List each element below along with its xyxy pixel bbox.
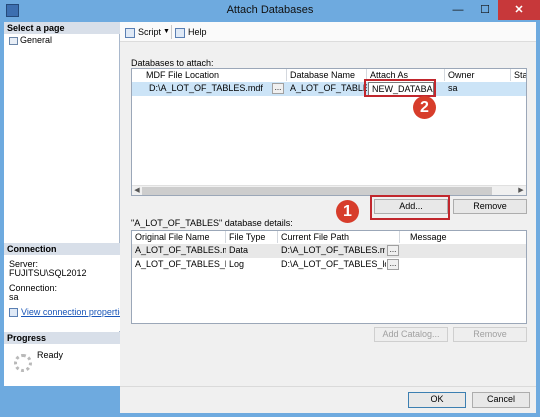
progress-status: Ready: [37, 350, 64, 360]
select-page-header: Select a page: [4, 22, 120, 34]
file-type-cell: Data: [229, 245, 249, 255]
mdf-browse-button[interactable]: ...: [272, 83, 284, 94]
connection-section: Server: FUJITSU\SQL2012 Connection: sa V…: [4, 255, 129, 331]
scroll-right-arrow-icon[interactable]: ▶: [516, 186, 526, 195]
page-item-general[interactable]: General: [9, 34, 52, 46]
callout-one: 1: [336, 200, 359, 223]
toolbar: Script ▼ Help: [120, 22, 536, 42]
column-header-status[interactable]: Status: [511, 69, 526, 81]
column-header-original-file-name[interactable]: Original File Name: [132, 231, 226, 243]
column-header-database-name[interactable]: Database Name: [287, 69, 367, 81]
column-header-file-type[interactable]: File Type: [226, 231, 278, 243]
scroll-thumb[interactable]: [142, 187, 492, 195]
scroll-left-arrow-icon[interactable]: ◀: [132, 186, 142, 195]
remove-button[interactable]: Remove: [453, 199, 527, 214]
attach-grid: MDF File Location Database Name Attach A…: [131, 68, 527, 196]
table-row[interactable]: A_LOT_OF_TABLES.mdf Data D:\A_LOT_OF_TAB…: [132, 244, 526, 258]
page-item-label: General: [20, 35, 53, 45]
minimize-button[interactable]: —: [444, 0, 472, 20]
page-icon: [9, 36, 18, 45]
attach-grid-hscrollbar[interactable]: ◀ ▶: [132, 185, 526, 195]
mdf-location-cell: D:\A_LOT_OF_TABLES.mdf: [149, 83, 263, 93]
add-catalog-button[interactable]: Add Catalog...: [374, 327, 448, 342]
details-grid: Original File Name File Type Current Fil…: [131, 230, 527, 324]
add-button-highlight: [370, 195, 450, 220]
progress-spinner-icon: [14, 354, 32, 372]
current-file-path-cell: D:\A_LOT_OF_TABLES_log.ldf: [281, 259, 386, 269]
table-row[interactable]: A_LOT_OF_TABLES_lo... Log D:\A_LOT_OF_TA…: [132, 258, 526, 272]
progress-section: Ready: [4, 344, 120, 386]
bottom-bar: OK Cancel: [120, 386, 536, 413]
column-header-owner[interactable]: Owner: [445, 69, 511, 81]
maximize-button[interactable]: ☐: [472, 0, 498, 20]
script-dropdown-arrow[interactable]: ▼: [163, 25, 170, 39]
main-panel: Script ▼ Help Databases to attach: MDF F…: [120, 22, 536, 386]
databases-to-attach-label: Databases to attach:: [131, 58, 214, 68]
current-file-path-cell: D:\A_LOT_OF_TABLES.mdf: [281, 245, 385, 255]
table-row[interactable]: D:\A_LOT_OF_TABLES.mdf ... A_LOT_OF_TABL…: [132, 82, 526, 96]
column-header-message[interactable]: Message: [400, 231, 526, 243]
attach-as-highlight: [364, 79, 436, 97]
column-header-current-file-path[interactable]: Current File Path: [278, 231, 400, 243]
view-connection-properties-label: View connection properties: [21, 307, 129, 317]
callout-two: 2: [413, 96, 436, 119]
title-bar: Attach Databases — ☐ ✕: [0, 0, 540, 22]
script-icon: [125, 27, 135, 38]
script-button[interactable]: Script: [125, 25, 161, 39]
owner-cell: sa: [448, 83, 458, 93]
help-icon: [175, 27, 185, 38]
column-header-mdf[interactable]: MDF File Location: [132, 69, 287, 81]
help-label: Help: [188, 27, 207, 37]
path-browse-button[interactable]: ...: [387, 259, 399, 270]
file-type-cell: Log: [229, 259, 245, 269]
details-remove-button[interactable]: Remove: [453, 327, 527, 342]
help-button[interactable]: Help: [175, 25, 207, 39]
server-value: FUJITSU\SQL2012: [9, 268, 87, 278]
original-file-name-cell: A_LOT_OF_TABLES.mdf: [135, 245, 226, 255]
connection-properties-icon: [9, 308, 18, 318]
message-cell: [400, 258, 526, 271]
status-cell: [511, 82, 526, 95]
ok-button[interactable]: OK: [408, 392, 466, 408]
database-details-label: "A_LOT_OF_TABLES" database details:: [131, 218, 293, 228]
script-label: Script: [138, 27, 162, 37]
connection-value: sa: [9, 292, 19, 302]
original-file-name-cell: A_LOT_OF_TABLES_lo...: [135, 259, 226, 269]
toolbar-separator: [171, 25, 172, 39]
database-name-cell: A_LOT_OF_TABLES: [290, 83, 367, 93]
progress-header: Progress: [4, 332, 120, 344]
path-browse-button[interactable]: ...: [387, 245, 399, 256]
cancel-button[interactable]: Cancel: [472, 392, 530, 408]
close-button[interactable]: ✕: [498, 0, 540, 20]
message-cell: [400, 244, 526, 257]
connection-header: Connection: [4, 243, 120, 255]
side-panel: Select a page General Connection Server:…: [4, 22, 129, 386]
view-connection-properties-link[interactable]: View connection properties: [9, 307, 129, 318]
